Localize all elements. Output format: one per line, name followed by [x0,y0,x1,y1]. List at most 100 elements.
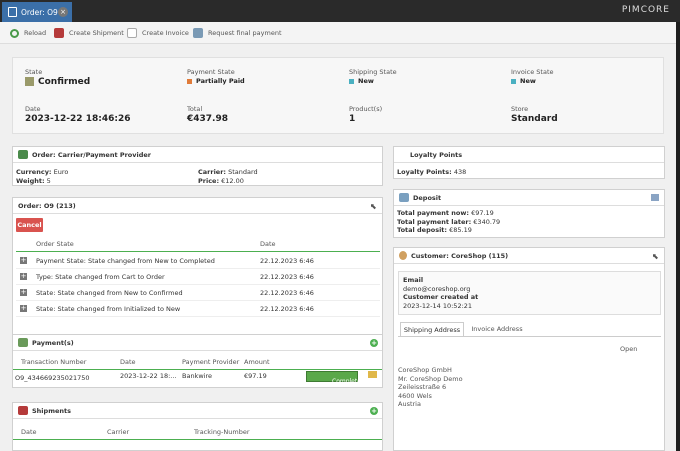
request-payment-button[interactable]: Request final payment [189,25,286,41]
state-block: State Confirmed [25,68,90,87]
shipping-state-label: Shipping State [349,68,397,76]
history-row[interactable]: + Payment State: State changed from New … [16,253,380,269]
invoice-state-block: Invoice State New [511,68,554,85]
store-label: Store [511,105,529,113]
state-label: State [25,68,43,76]
cursor-icon: ⬉ [370,202,377,211]
shipments-header: Shipments + [13,403,382,419]
shipments-panel: Shipments + Date Carrier Tracking-Number [12,402,383,451]
customer-info-box: Email demo@coreshop.org Customer created… [398,271,661,315]
shipments-title: Shipments [32,406,71,415]
status-badge[interactable]: Completed [306,371,365,385]
total-label: Total [187,105,203,113]
document-icon [8,7,17,17]
expand-icon[interactable]: + [20,289,27,296]
address-line: Zeileisstraße 6 [398,383,447,391]
invoice-icon [127,28,137,38]
deposit-panel: Deposit Total payment now: €97.19 Total … [393,189,665,238]
open-button[interactable]: Open [620,345,637,353]
shipping-state-value: New [358,77,374,85]
payment-state-label: Payment State [187,68,235,76]
loyalty-header: Loyalty Points [394,147,664,163]
expand-icon[interactable]: + [20,257,27,264]
reload-label: Reload [24,29,47,37]
col-payment-provider[interactable]: Payment Provider [182,358,239,366]
close-icon[interactable]: × [58,7,68,17]
tab-invoice-address[interactable]: Invoice Address [468,322,526,337]
history-row[interactable]: + Type: State changed from Cart to Order… [16,269,380,285]
reload-button[interactable]: Reload [6,25,50,41]
payment-icon [193,28,203,38]
products-value: 1 [349,114,356,124]
loyalty-title: Loyalty Points [410,150,463,159]
order-detail-content: State Confirmed Payment State Partially … [0,44,676,451]
tab-order[interactable]: Order: O9 × [2,2,72,22]
payment-date: 2023-12-22 18:... [120,372,177,380]
history-row[interactable]: + State: State changed from Initialized … [16,301,380,317]
col-amount[interactable]: Amount [244,358,270,366]
speaker-icon[interactable] [651,194,659,201]
history-date: 22.12.2023 6:46 [260,289,314,297]
loyalty-panel: Loyalty Points Loyalty Points: 438 [393,146,665,179]
date-value: 2023-12-22 18:46:26 [25,114,131,124]
loyalty-points-value: 438 [453,168,467,176]
payment-provider: Bankwire [182,372,212,380]
date-block: Date 2023-12-22 18:46:26 [25,105,130,124]
order-history-title: Order: O9 (213) [18,201,76,210]
payment-state-value: Partially Paid [196,77,245,85]
order-history-panel: Order: O9 (213) ⬉ Cancel Order State Dat… [12,197,383,353]
reload-icon [10,28,19,38]
col-carrier[interactable]: Carrier [107,428,129,436]
invoice-state-label: Invoice State [511,68,554,76]
customer-info: Email demo@coreshop.org Customer created… [403,276,478,310]
loyalty-points-label: Loyalty Points: [397,168,452,176]
add-shipment-icon[interactable]: + [370,407,378,415]
window-edge [676,22,680,451]
expand-icon[interactable]: + [20,305,27,312]
deposit-values: Total payment now: €97.19 Total payment … [397,209,500,235]
date-label: Date [25,105,41,113]
edit-icon[interactable] [368,371,377,378]
col-transaction-number[interactable]: Transaction Number [21,358,86,366]
cancel-button[interactable]: Cancel [16,218,43,232]
create-invoice-button[interactable]: Create Invoice [123,25,193,41]
expand-icon[interactable]: + [20,273,27,280]
products-label: Product(s) [349,105,383,113]
deposit-title: Deposit [413,193,442,202]
history-header-row: Order State Date [16,236,380,252]
now-value: €97.19 [471,209,494,217]
col-date[interactable]: Date [21,428,37,436]
loyalty-points: Loyalty Points: 438 [397,168,466,177]
col-date[interactable]: Date [260,240,276,248]
payment-number: O9_434669235021750 [15,374,90,382]
deposit-value: €85.19 [449,226,472,234]
shipping-state-block: Shipping State New [349,68,397,85]
order-summary: State Confirmed Payment State Partially … [12,57,664,134]
history-state: Type: State changed from Cart to Order [36,273,165,281]
col-order-state[interactable]: Order State [36,240,74,248]
price-label: Price: [198,176,220,185]
weight-label: Weight: [16,176,45,185]
col-date[interactable]: Date [120,358,136,366]
payments-header-row: Transaction Number Date Payment Provider… [13,354,382,370]
deposit-label: Total deposit: [397,226,448,234]
weight-value: 5 [46,176,51,185]
invoice-state-value: New [520,77,536,85]
state-value: Confirmed [38,77,91,87]
open-customer-icon[interactable]: ⬉ [652,252,659,261]
history-row[interactable]: + State: State changed from New to Confi… [16,285,380,301]
email-value: demo@coreshop.org [403,284,471,293]
history-date: 22.12.2023 6:46 [260,305,314,313]
later-value: €340.79 [473,217,501,226]
create-invoice-label: Create Invoice [142,29,189,37]
currency-label: Currency: [16,168,52,176]
created-value: 2023-12-14 10:52:21 [403,301,473,310]
brand-logo: PIMCORE [621,5,670,15]
payments-panel: Payment(s) + Transaction Number Date Pay… [12,334,383,388]
add-payment-icon[interactable]: + [370,339,378,347]
history-state: State: State changed from Initialized to… [36,305,181,313]
tab-shipping-address[interactable]: Shipping Address [400,322,464,337]
create-shipment-button[interactable]: Create Shipment [50,25,128,41]
payment-row[interactable]: O9_434669235021750 2023-12-22 18:... Ban… [13,370,382,388]
col-tracking-number[interactable]: Tracking-Number [194,428,250,436]
